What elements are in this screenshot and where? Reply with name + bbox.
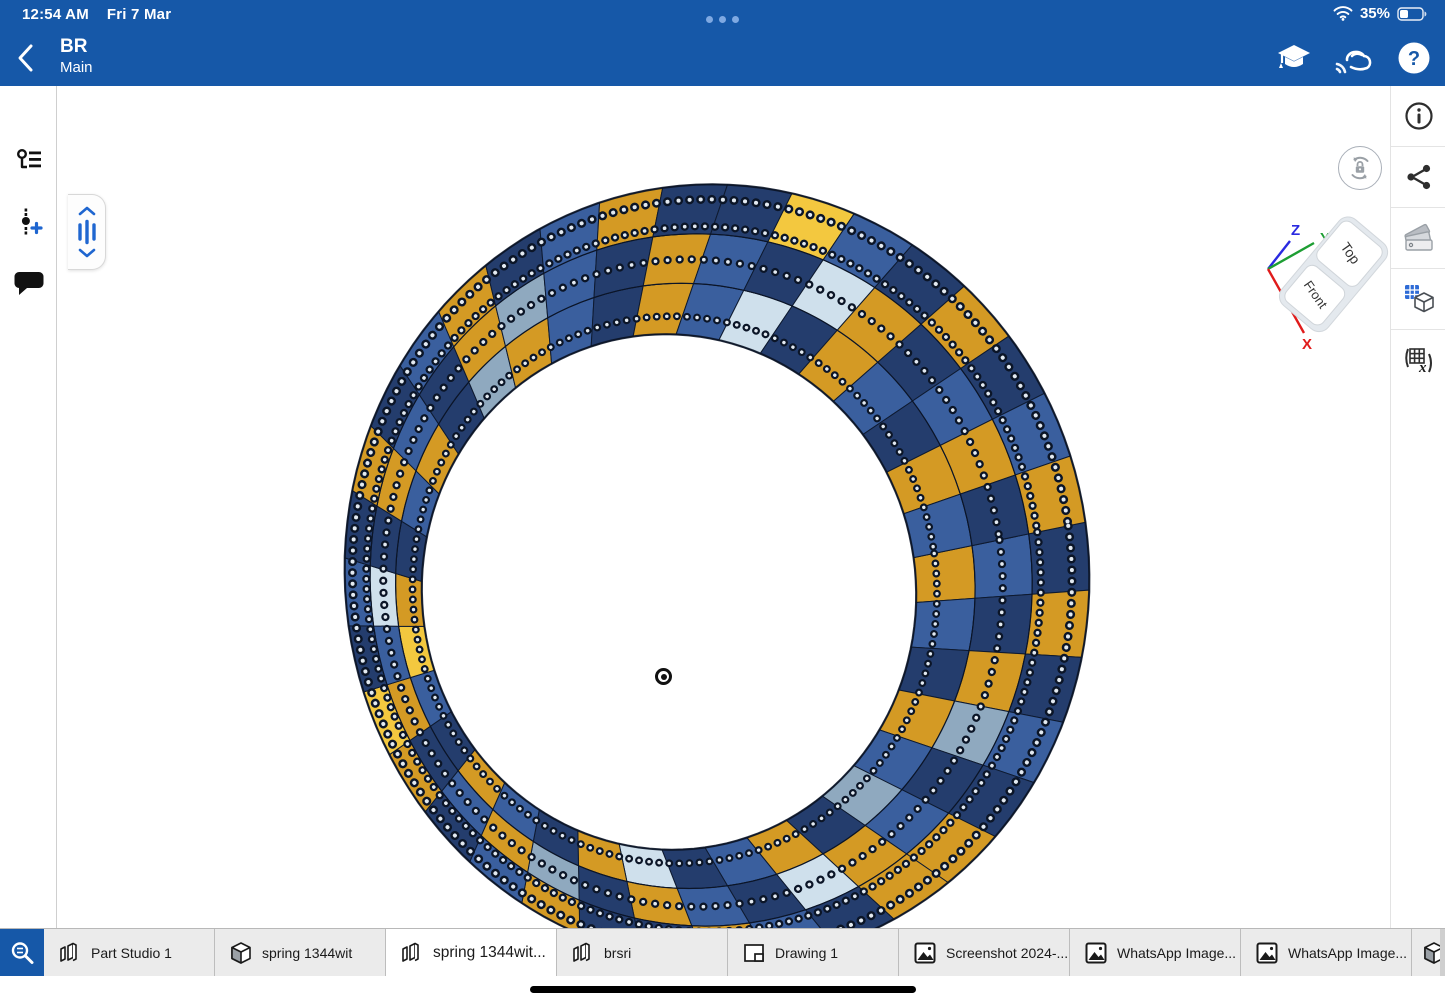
tab-label: spring 1344wit... bbox=[433, 944, 546, 962]
tab-label: spring 1344wit bbox=[262, 945, 352, 961]
assembly-tab-icon bbox=[1422, 941, 1440, 965]
document-tab-bar: Part Studio 1 spring 1344wit spring 1344wi… bbox=[0, 928, 1445, 976]
document-tab[interactable]: Screenshot 2024-... bbox=[899, 929, 1070, 977]
add-feature-icon[interactable] bbox=[0, 208, 57, 236]
tab-label: Part Studio 1 bbox=[91, 945, 172, 961]
document-tab[interactable]: WhatsApp Image... bbox=[1070, 929, 1241, 977]
assembly-tab-icon bbox=[229, 941, 253, 965]
wifi-icon bbox=[1333, 6, 1353, 21]
battery-icon bbox=[1397, 7, 1427, 21]
top-blue-bar: 12:54 AMFri 7 Mar 35% BR Main bbox=[0, 0, 1445, 86]
back-button[interactable] bbox=[16, 42, 46, 74]
bangle-model[interactable] bbox=[57, 86, 1390, 976]
document-tab[interactable]: Part Studio 1 bbox=[44, 929, 215, 977]
comment-icon[interactable] bbox=[0, 270, 57, 296]
document-tab[interactable]: Drawing 1 bbox=[728, 929, 899, 977]
origin-marker-icon bbox=[655, 668, 672, 685]
right-sidebar: x bbox=[1390, 86, 1445, 976]
tab-label: Drawing 1 bbox=[775, 945, 838, 961]
feature-scrubber[interactable] bbox=[68, 194, 106, 270]
configurations-icon[interactable] bbox=[1391, 269, 1445, 330]
workspace-name: Main bbox=[60, 59, 93, 76]
document-tab[interactable]: spring 1344wit... bbox=[386, 929, 557, 977]
learning-center-icon[interactable] bbox=[1275, 38, 1313, 78]
model-canvas[interactable]: Z Y X Front Top bbox=[57, 86, 1390, 976]
svg-text:?: ? bbox=[1408, 48, 1420, 70]
appearance-icon[interactable] bbox=[1391, 208, 1445, 269]
left-sidebar bbox=[0, 86, 57, 976]
image-tab-icon bbox=[1084, 941, 1108, 965]
partstudio-tab-icon bbox=[400, 941, 424, 965]
header-icons: ? bbox=[1275, 38, 1433, 78]
tab-label: WhatsApp Image... bbox=[1288, 945, 1407, 961]
partstudio-tab-icon bbox=[571, 941, 595, 965]
rotation-lock-button[interactable] bbox=[1338, 146, 1382, 190]
status-bar: 12:54 AMFri 7 Mar 35% bbox=[0, 0, 1445, 30]
tab-label: brsri bbox=[604, 945, 631, 961]
document-tab[interactable]: brsri bbox=[557, 929, 728, 977]
help-icon[interactable]: ? bbox=[1395, 38, 1433, 78]
multitask-dots-icon bbox=[0, 10, 1445, 28]
image-tab-icon bbox=[1255, 941, 1279, 965]
share-icon[interactable] bbox=[1391, 147, 1445, 208]
partstudio-tab-icon bbox=[58, 941, 82, 965]
tab-manager-button[interactable] bbox=[0, 929, 44, 977]
home-indicator[interactable] bbox=[530, 986, 916, 993]
tab-label: Screenshot 2024-... bbox=[946, 945, 1068, 961]
scrubber-down-icon[interactable] bbox=[76, 247, 98, 259]
document-tab[interactable]: WhatsApp Image... bbox=[1241, 929, 1412, 977]
view-cube[interactable]: Z Y X Front Top bbox=[1250, 205, 1390, 365]
scrubber-up-icon[interactable] bbox=[76, 205, 98, 217]
document-titles: BR Main bbox=[60, 36, 93, 76]
variables-icon[interactable]: x bbox=[1391, 330, 1445, 391]
tab-label: WhatsApp Image... bbox=[1117, 945, 1236, 961]
drawing-tab-icon bbox=[742, 941, 766, 965]
image-tab-icon bbox=[913, 941, 937, 965]
info-icon[interactable] bbox=[1391, 86, 1445, 147]
home-strip bbox=[0, 976, 1445, 1004]
axis-x-label: X bbox=[1302, 336, 1312, 353]
scrubber-bars-icon[interactable] bbox=[75, 219, 99, 245]
battery-percent: 35% bbox=[1360, 5, 1390, 22]
document-tab[interactable] bbox=[1412, 929, 1440, 977]
axis-z-label: Z bbox=[1291, 222, 1300, 239]
svg-text:x: x bbox=[1418, 360, 1427, 376]
document-tab[interactable]: spring 1344wit bbox=[215, 929, 386, 977]
document-title: BR bbox=[60, 36, 93, 58]
offline-sync-icon[interactable] bbox=[1335, 38, 1373, 78]
onshape-app: 12:54 AMFri 7 Mar 35% BR Main bbox=[0, 0, 1445, 1004]
status-right: 35% bbox=[1333, 5, 1427, 22]
app-header: BR Main ? bbox=[0, 30, 1445, 86]
feature-list-icon[interactable] bbox=[0, 148, 57, 174]
